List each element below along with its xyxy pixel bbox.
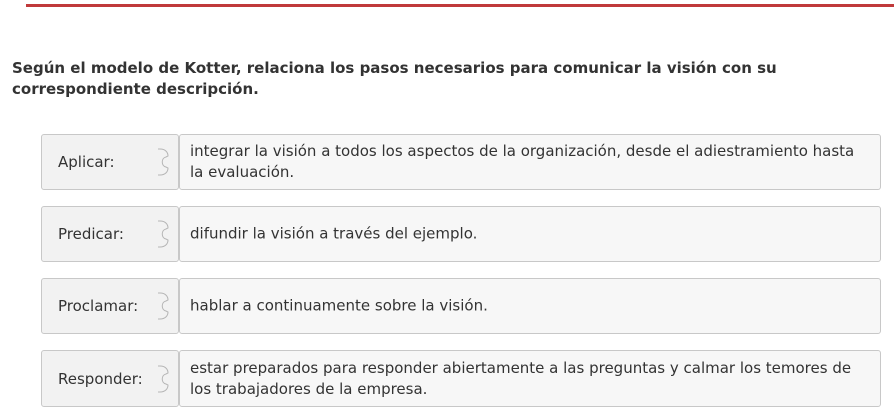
description-tile-1[interactable]: integrar la visión a todos los aspectos … — [179, 134, 881, 190]
puzzle-tab-icon — [158, 292, 169, 320]
term-label-3: Proclamar: — [58, 297, 139, 315]
top-divider — [26, 4, 894, 7]
term-label-1: Aplicar: — [58, 153, 115, 171]
puzzle-tab-icon — [158, 365, 169, 392]
description-text-3: hablar a continuamente sobre la visión. — [190, 296, 488, 315]
question-text: Según el modelo de Kotter, relaciona los… — [12, 59, 777, 98]
term-label-2: Predicar: — [58, 225, 124, 243]
description-tile-2[interactable]: difundir la visión a través del ejemplo. — [179, 206, 881, 262]
match-pair-3: hablar a continuamente sobre la visión. … — [41, 278, 881, 334]
puzzle-tab-icon — [158, 148, 169, 176]
term-label-4: Responder: — [58, 369, 143, 388]
match-pair-1: integrar la visión a todos los aspectos … — [41, 134, 881, 190]
description-text-2: difundir la visión a través del ejemplo. — [190, 224, 478, 243]
description-tile-4[interactable]: estar preparados para responder abiertam… — [179, 350, 881, 407]
description-text-4: estar preparados para responder abiertam… — [190, 358, 852, 398]
description-tile-3[interactable]: hablar a continuamente sobre la visión. — [179, 278, 881, 334]
description-text-1: integrar la visión a todos los aspectos … — [190, 142, 855, 181]
match-pair-2: difundir la visión a través del ejemplo.… — [41, 206, 881, 262]
match-pair-4: estar preparados para responder abiertam… — [41, 350, 881, 407]
puzzle-tab-icon — [158, 220, 169, 248]
